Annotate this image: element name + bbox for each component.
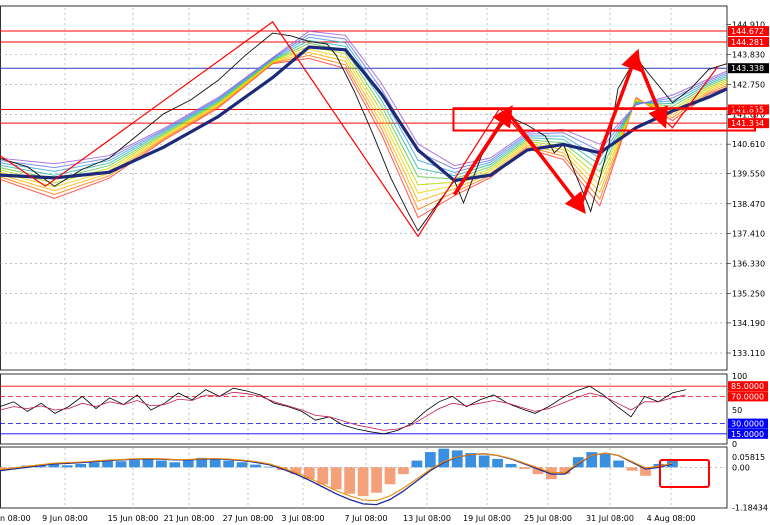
macd-histogram-bar	[303, 467, 315, 480]
x-tick-label: 27 Jun 08:00	[223, 514, 274, 523]
macd-histogram-bar	[263, 466, 275, 468]
x-tick-label: 3 Jul 08:00	[282, 514, 325, 523]
osc-y-tick-label: 15.0000	[731, 430, 764, 439]
price-level-label: 144.672	[731, 27, 764, 36]
macd-histogram-bar	[61, 465, 73, 468]
y-tick-label: 142.750	[732, 81, 765, 90]
y-tick-label: 135.250	[732, 289, 765, 298]
y-tick-label: 133.110	[732, 349, 765, 358]
x-tick-label: 13 Jul 08:00	[403, 514, 451, 523]
macd-histogram-bar	[492, 458, 503, 468]
price-level-label: 143.338	[731, 64, 764, 73]
price-line	[0, 32, 728, 232]
macd-histogram-bar	[142, 458, 154, 468]
x-tick-label: 7 Jul 08:00	[345, 514, 388, 523]
y-tick-label: 140.610	[732, 140, 765, 149]
x-tick-label: 4 Aug 08:00	[647, 514, 696, 523]
osc-y-tick-label: 85.0000	[731, 382, 764, 391]
x-tick-label: 25 Jul 08:00	[524, 514, 572, 523]
macd-histogram-bar	[115, 461, 127, 468]
macd-histogram-bar	[169, 462, 181, 468]
chart-svg: 9 Jun 08:00 15 Jun 08:00 21 Jun 08:00 27 Ju…	[0, 5, 769, 523]
macd-histogram-bar	[384, 467, 396, 485]
macd-histogram-bar	[626, 467, 638, 471]
x-tick-label: 19 Jul 08:00	[463, 514, 511, 523]
y-tick-label: 143.830	[732, 51, 765, 60]
price-level-label: 141.364	[731, 119, 764, 128]
macd-y-tick-label: 0.05815	[732, 453, 765, 462]
macd-y-tick-label: -1.18434	[732, 503, 768, 512]
macd-histogram-bar	[599, 453, 611, 468]
macd-histogram-bar	[478, 455, 490, 468]
macd-histogram-bar	[75, 463, 87, 468]
macd-histogram-bar	[505, 463, 517, 468]
macd-histogram-bar	[330, 467, 342, 490]
macd-histogram-bar	[398, 467, 409, 475]
y-tick-label: 139.550	[732, 170, 765, 179]
x-tick-label: 15 Jun 08:00	[108, 514, 159, 523]
osc-series-line	[0, 385, 686, 435]
macd-histogram-bar	[371, 467, 382, 493]
macd-histogram-bar	[236, 462, 248, 468]
price-level-label: 144.281	[731, 38, 764, 47]
macd-histogram-bar	[129, 459, 140, 468]
osc-y-tick-label: 30.0000	[731, 420, 764, 429]
x-tick-label: 31 Jul 08:00	[586, 514, 634, 523]
y-tick-label: 137.410	[732, 229, 765, 238]
x-tick-label: 21 Jun 08:00	[164, 514, 215, 523]
osc-y-tick-label: 100	[732, 372, 747, 381]
macd-histogram-bar	[424, 452, 436, 468]
osc-y-tick-label: 70.0000	[731, 392, 764, 401]
annotation-arrow	[634, 54, 668, 129]
chart-root: 9 Jun 08:00 15 Jun 08:00 21 Jun 08:00 27 Ju…	[0, 0, 770, 525]
macd-histogram-bar	[223, 460, 234, 468]
macd-histogram-bar	[613, 460, 624, 468]
macd-histogram-bar	[102, 460, 113, 468]
y-tick-label: 134.190	[732, 319, 765, 328]
macd-histogram-bar	[411, 460, 423, 468]
macd-histogram-bar	[182, 459, 194, 468]
annotation-arrow	[579, 48, 642, 204]
macd-histogram-bar	[357, 467, 369, 497]
ma-ribbon-line	[0, 45, 728, 186]
price-level-label: 141.855	[731, 105, 764, 114]
macd-histogram-bar	[317, 467, 329, 485]
macd-histogram-bar	[88, 462, 100, 468]
x-tick-label: 9 Jun 08:00	[42, 514, 88, 523]
x-tick-label-partial: n 08:00	[0, 514, 31, 523]
macd-histogram-bar	[209, 458, 221, 468]
macd-histogram-bar	[344, 467, 356, 494]
macd-y-tick-label: 0.00	[732, 463, 750, 472]
macd-histogram-bar	[155, 460, 167, 468]
osc-y-tick-label: 0	[732, 440, 737, 449]
osc-y-tick-label: 50	[732, 406, 742, 415]
y-tick-label: 136.330	[732, 259, 765, 268]
macd-histogram-bar	[250, 464, 261, 468]
y-tick-label: 138.470	[732, 200, 765, 209]
macd-histogram-bar	[519, 467, 530, 470]
